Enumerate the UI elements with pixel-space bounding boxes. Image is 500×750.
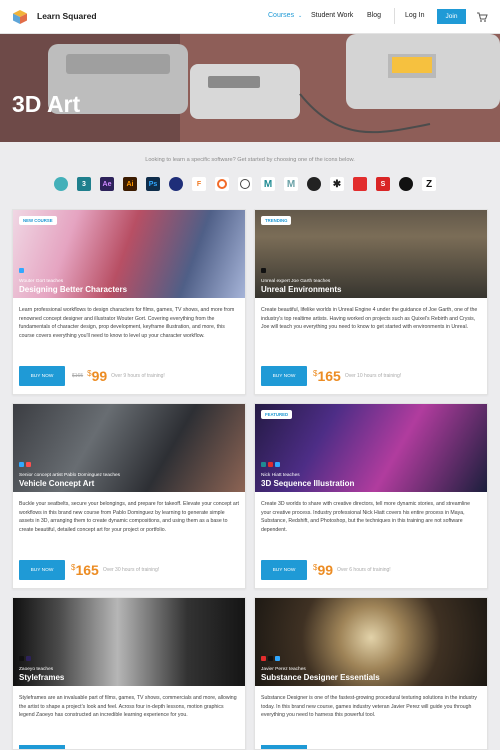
card-title[interactable]: Vehicle Concept Art	[19, 479, 94, 488]
card-description: Styleframes are an invaluable part of fi…	[19, 695, 237, 719]
redshift-icon[interactable]	[353, 177, 367, 191]
buy-now-button[interactable]: BUY NOW	[261, 366, 307, 386]
card-title[interactable]: Substance Designer Essentials	[261, 673, 380, 682]
price-row: BUY NOW $ 165 Over 10 hours of training!	[261, 366, 401, 386]
software-chips	[19, 268, 24, 273]
card-description: Substance Designer is one of the fastest…	[261, 695, 477, 719]
price: $ 99	[313, 563, 333, 577]
maya-icon[interactable]: M	[261, 177, 275, 191]
hero-banner: 3D Art	[0, 34, 500, 142]
course-image[interactable]: FEATURED Nick Hiatt teaches 3D Sequence …	[255, 404, 487, 492]
course-card[interactable]: Javier Perez teaches Substance Designer …	[254, 597, 488, 750]
hero-image	[0, 34, 500, 142]
login-link[interactable]: Log In	[405, 12, 424, 19]
software-chips	[19, 656, 31, 661]
nav-student-work[interactable]: Student Work	[311, 12, 353, 19]
status-badge: FEATURED	[261, 410, 293, 419]
card-description: Create 3D worlds to share with creative …	[261, 501, 471, 534]
card-subtitle: Nick Hiatt teaches	[261, 473, 300, 478]
nav-divider	[394, 8, 395, 24]
course-card[interactable]: FEATURED Nick Hiatt teaches 3D Sequence …	[254, 403, 488, 589]
card-subtitle: Senior concept artist Pablo Dominguez te…	[19, 473, 121, 478]
price-value: 99	[91, 368, 108, 384]
price-value: 165	[317, 368, 341, 384]
buy-now-button[interactable]: BUY NOW	[261, 560, 307, 580]
card-subtitle: Unreal expert Joe Garth teaches	[261, 279, 331, 284]
blender-icon[interactable]	[169, 177, 183, 191]
3dsmax-icon[interactable]: 3	[77, 177, 91, 191]
software-icons: 3 Ae Ai Ps F M M ✱ S Z	[54, 177, 436, 191]
software-chips	[261, 656, 280, 661]
join-button[interactable]: Join	[437, 9, 466, 24]
training-hours: Over 30 hours of training!	[102, 567, 160, 573]
top-nav: Learn Squared Courses ⌄ Student Work Blo…	[0, 0, 500, 34]
buy-now-button[interactable]: BUY NOW	[19, 366, 65, 386]
course-card[interactable]: Senior concept artist Pablo Dominguez te…	[12, 403, 246, 589]
price: $ 165	[71, 563, 99, 577]
course-image[interactable]: Senior concept artist Pablo Dominguez te…	[13, 404, 245, 492]
course-image[interactable]: NEW COURSE Wouter Gort teaches Designing…	[13, 210, 245, 298]
card-description: Learn professional workflows to design c…	[19, 307, 235, 340]
card-title[interactable]: Styleframes	[19, 673, 64, 682]
logo-icon[interactable]	[12, 9, 28, 25]
nuke-icon[interactable]	[307, 177, 321, 191]
software-chips	[19, 462, 31, 467]
training-hours: Over 10 hours of training!	[344, 373, 402, 379]
course-image[interactable]: Javier Perez teaches Substance Designer …	[255, 598, 487, 686]
course-card[interactable]: Zaoeyo teaches Styleframes Styleframes a…	[12, 597, 246, 750]
course-card[interactable]: NEW COURSE Wouter Gort teaches Designing…	[12, 209, 246, 395]
houdini-icon[interactable]	[215, 177, 229, 191]
card-subtitle: Zaoeyo teaches	[19, 667, 54, 672]
illustrator-icon[interactable]: Ai	[123, 177, 137, 191]
card-subtitle: Javier Perez teaches	[261, 667, 306, 672]
nav-blog[interactable]: Blog	[367, 12, 381, 19]
card-description: Buckle your seatbelts, secure your belon…	[19, 501, 239, 534]
training-hours: Over 9 hours of training!	[111, 373, 165, 379]
brand-name[interactable]: Learn Squared	[37, 11, 97, 21]
status-badge: NEW COURSE	[19, 216, 57, 225]
old-price: $165	[72, 373, 84, 379]
substance-icon[interactable]: ✱	[330, 177, 344, 191]
price-value: 165	[75, 562, 99, 578]
card-subtitle: Wouter Gort teaches	[19, 279, 64, 284]
nav-courses-label: Courses	[268, 12, 295, 19]
status-badge: TRENDING	[261, 216, 292, 225]
course-image[interactable]: Zaoeyo teaches Styleframes	[13, 598, 245, 686]
price: $ 165	[313, 369, 341, 383]
card-description: Create beautiful, lifelike worlds in Unr…	[261, 307, 478, 331]
training-hours: Over 6 hours of training!	[337, 567, 391, 573]
price-row: BUY NOW $ 165 Over 30 hours of training!	[19, 560, 159, 580]
substance-painter-icon[interactable]: S	[376, 177, 390, 191]
card-title[interactable]: Designing Better Characters	[19, 285, 127, 294]
intro-text: Looking to learn a specific software? Ge…	[145, 157, 355, 163]
price-row: BUY NOW $165 $ 99 Over 9 hours of traini…	[19, 366, 165, 386]
cart-icon[interactable]	[476, 10, 488, 22]
software-chips	[261, 462, 280, 467]
card-title[interactable]: Unreal Environments	[261, 285, 341, 294]
after-effects-icon[interactable]: Ae	[100, 177, 114, 191]
buy-now-button[interactable]: BUY NOW	[19, 560, 65, 580]
photoshop-icon[interactable]: Ps	[146, 177, 160, 191]
chevron-down-icon: ⌄	[298, 13, 303, 19]
zbrush-icon[interactable]: Z	[422, 177, 436, 191]
fusion-icon[interactable]: F	[192, 177, 206, 191]
mudbox-icon[interactable]	[238, 177, 252, 191]
price-value: 99	[317, 562, 334, 578]
software-chips	[261, 268, 266, 273]
buy-now-button[interactable]	[261, 745, 307, 749]
unreal-icon[interactable]	[399, 177, 413, 191]
cinema4d-icon[interactable]	[54, 177, 68, 191]
scrollbar[interactable]	[494, 34, 498, 750]
card-title[interactable]: 3D Sequence Illustration	[261, 479, 354, 488]
buy-now-button[interactable]	[19, 745, 65, 749]
marvelous-icon[interactable]: M	[284, 177, 298, 191]
nav-courses[interactable]: Courses ⌄	[268, 12, 302, 19]
price-row: BUY NOW $ 99 Over 6 hours of training!	[261, 560, 391, 580]
hero-title: 3D Art	[12, 91, 81, 117]
course-image[interactable]: TRENDING Unreal expert Joe Garth teaches…	[255, 210, 487, 298]
price: $ 99	[87, 369, 107, 383]
course-card[interactable]: TRENDING Unreal expert Joe Garth teaches…	[254, 209, 488, 395]
